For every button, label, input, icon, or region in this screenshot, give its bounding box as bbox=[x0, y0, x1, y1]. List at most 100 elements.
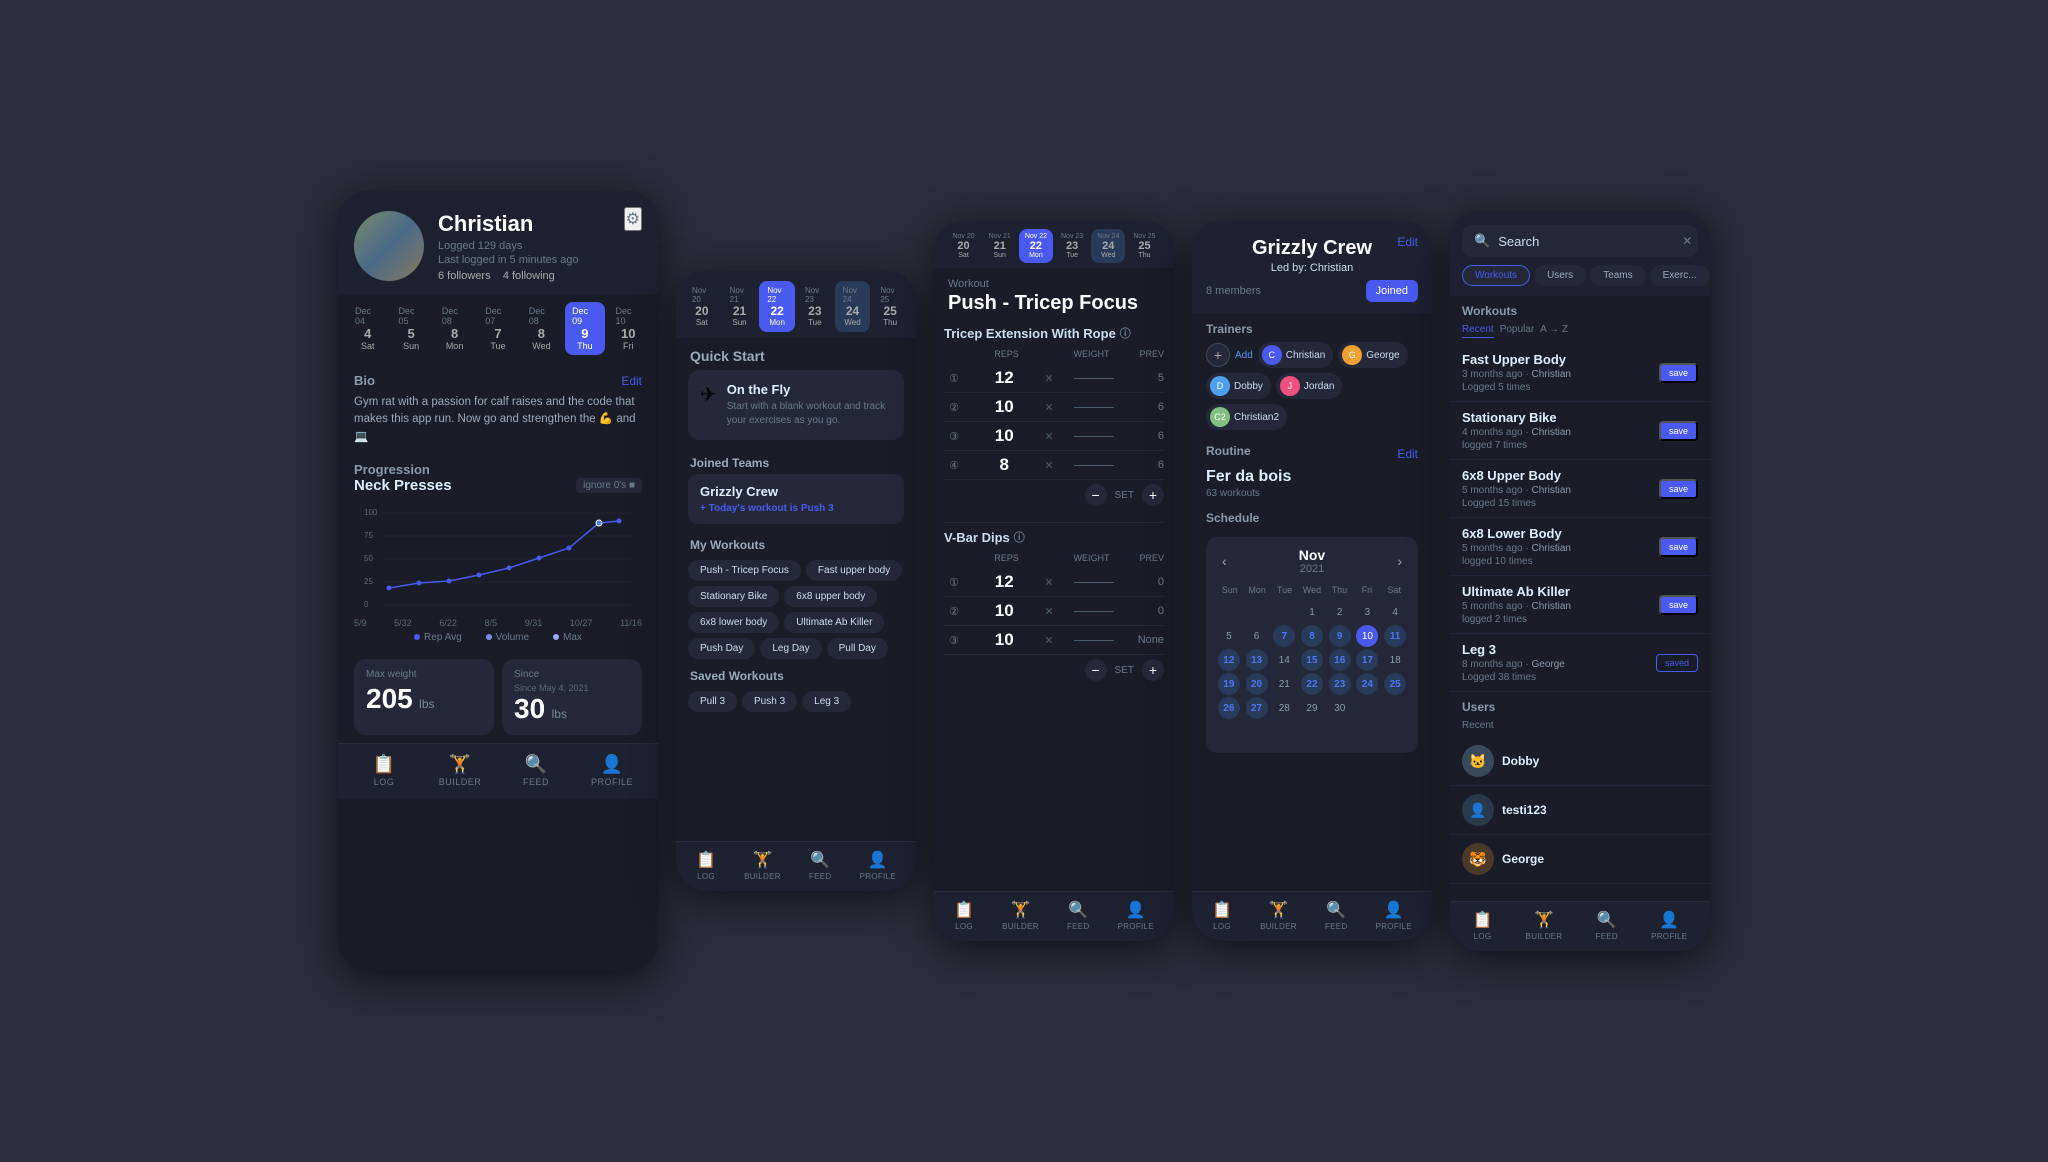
cal-next-button[interactable]: › bbox=[1391, 551, 1408, 571]
routine-edit-button[interactable]: Edit bbox=[1397, 447, 1418, 461]
info-icon-2[interactable]: ⓘ bbox=[1014, 529, 1025, 545]
nav-builder[interactable]: 🏋️ BUILDER bbox=[422, 754, 498, 787]
save-button-4[interactable]: save bbox=[1659, 537, 1698, 557]
save-button-5[interactable]: save bbox=[1659, 595, 1698, 615]
cal-date-cell[interactable]: 22 bbox=[1301, 673, 1323, 695]
remove-set-button[interactable]: − bbox=[1085, 484, 1107, 506]
cal-day[interactable]: Dec 055Sun bbox=[391, 302, 430, 355]
cal-date-cell[interactable]: 9 bbox=[1329, 625, 1351, 647]
cal-date-cell[interactable]: 2 bbox=[1329, 601, 1351, 623]
p3-nav-builder[interactable]: 🏋️ BUILDER bbox=[1002, 900, 1039, 931]
cal-date-cell[interactable]: 8 bbox=[1301, 625, 1323, 647]
filter-exercises[interactable]: Exerc... bbox=[1650, 265, 1710, 286]
p4-nav-log[interactable]: 📋 LOG bbox=[1212, 900, 1232, 931]
cal-day[interactable]: Nov 2121Sun bbox=[722, 281, 758, 332]
workout-chip[interactable]: 6x8 lower body bbox=[688, 612, 779, 633]
cal-day[interactable]: Nov 2424Wed bbox=[835, 281, 871, 332]
cal-day[interactable]: Nov 2323Tue bbox=[797, 281, 833, 332]
cal-date-cell[interactable]: 11 bbox=[1384, 625, 1406, 647]
cal-prev-button[interactable]: ‹ bbox=[1216, 551, 1233, 571]
p5-nav-builder[interactable]: 🏋️ BUILDER bbox=[1526, 910, 1563, 941]
cal-day[interactable]: Dec 088Mon bbox=[435, 302, 474, 355]
p5-nav-log[interactable]: 📋 LOG bbox=[1473, 910, 1493, 941]
team-card[interactable]: Grizzly Crew + Today's workout is Push 3 bbox=[688, 474, 904, 524]
cal-date-cell[interactable]: 20 bbox=[1246, 673, 1268, 695]
p2-nav-feed[interactable]: 🔍 FEED bbox=[809, 850, 832, 881]
bio-edit-button[interactable]: Edit bbox=[621, 374, 642, 388]
save-button-2[interactable]: save bbox=[1659, 421, 1698, 441]
cal-day[interactable]: Nov 2121Sun bbox=[983, 229, 1017, 263]
saved-chip[interactable]: Pull 3 bbox=[688, 691, 737, 712]
cal-day[interactable]: Nov 2323Tue bbox=[1055, 229, 1089, 263]
sort-popular[interactable]: Popular bbox=[1500, 324, 1534, 338]
sort-recent[interactable]: Recent bbox=[1462, 324, 1494, 338]
cal-date-cell[interactable]: 24 bbox=[1356, 673, 1378, 695]
filter-users[interactable]: Users bbox=[1534, 265, 1586, 286]
cal-date-cell[interactable]: 13 bbox=[1246, 649, 1268, 671]
search-input[interactable] bbox=[1498, 234, 1674, 249]
p3-nav-profile[interactable]: 👤 PROFILE bbox=[1118, 900, 1154, 931]
cal-day[interactable]: Dec 044Sat bbox=[348, 302, 387, 355]
nav-profile[interactable]: 👤 PROFILE bbox=[574, 754, 650, 787]
workout-chip[interactable]: Ultimate Ab Killer bbox=[784, 612, 884, 633]
cal-day[interactable]: Nov 2020Sat bbox=[684, 281, 720, 332]
cal-date-cell[interactable]: 27 bbox=[1246, 697, 1268, 719]
cal-date-cell[interactable]: 3 bbox=[1356, 601, 1378, 623]
p5-nav-feed[interactable]: 🔍 FEED bbox=[1595, 910, 1618, 941]
cal-date-cell[interactable]: 5 bbox=[1218, 625, 1240, 647]
add-label[interactable]: Add bbox=[1235, 350, 1253, 361]
saved-chip[interactable]: Leg 3 bbox=[802, 691, 851, 712]
cal-date-cell[interactable]: 18 bbox=[1384, 649, 1406, 671]
cal-date-cell[interactable]: 23 bbox=[1329, 673, 1351, 695]
cal-day[interactable]: Nov 2525Thu bbox=[1127, 229, 1161, 263]
p3-nav-log[interactable]: 📋 LOG bbox=[954, 900, 974, 931]
cal-date-cell[interactable]: 17 bbox=[1356, 649, 1378, 671]
ignore-button[interactable]: ignore 0's ■ bbox=[576, 478, 642, 493]
cal-date-cell[interactable]: 28 bbox=[1273, 697, 1295, 719]
workout-chip[interactable]: Leg Day bbox=[760, 638, 821, 659]
p2-nav-log[interactable]: 📋 LOG bbox=[696, 850, 716, 881]
cal-date-cell[interactable]: 14 bbox=[1273, 649, 1295, 671]
cal-date-cell[interactable]: 19 bbox=[1218, 673, 1240, 695]
cal-date-cell[interactable]: 15 bbox=[1301, 649, 1323, 671]
filter-teams[interactable]: Teams bbox=[1590, 265, 1645, 286]
avatar[interactable] bbox=[354, 211, 424, 281]
cal-day[interactable]: Dec 099Thu bbox=[565, 302, 604, 355]
settings-button[interactable]: ⚙ bbox=[624, 207, 642, 231]
workout-chip[interactable]: Stationary Bike bbox=[688, 586, 779, 607]
info-icon[interactable]: ⓘ bbox=[1120, 325, 1131, 341]
on-the-fly-card[interactable]: ✈ On the Fly Start with a blank workout … bbox=[688, 370, 904, 440]
remove-set-button-2[interactable]: − bbox=[1085, 659, 1107, 681]
cal-day[interactable]: Dec 077Tue bbox=[478, 302, 517, 355]
sort-az[interactable]: A → Z bbox=[1540, 324, 1568, 338]
p5-nav-profile[interactable]: 👤 PROFILE bbox=[1651, 910, 1687, 941]
cal-date-cell[interactable]: 25 bbox=[1384, 673, 1406, 695]
p2-nav-builder[interactable]: 🏋️ BUILDER bbox=[744, 850, 781, 881]
team-edit-button[interactable]: Edit bbox=[1397, 235, 1418, 249]
search-clear-icon[interactable]: ✕ bbox=[1682, 234, 1692, 248]
cal-day[interactable]: Dec 1010Fri bbox=[609, 302, 648, 355]
cal-date-cell[interactable]: 7 bbox=[1273, 625, 1295, 647]
workout-chip[interactable]: Push Day bbox=[688, 638, 755, 659]
workout-chip[interactable]: Fast upper body bbox=[806, 560, 902, 581]
nav-feed[interactable]: 🔍 FEED bbox=[498, 754, 574, 787]
cal-date-cell[interactable]: 26 bbox=[1218, 697, 1240, 719]
cal-date-cell[interactable]: 1 bbox=[1301, 601, 1323, 623]
cal-day[interactable]: Nov 2020Sat bbox=[946, 229, 980, 263]
add-set-button-2[interactable]: + bbox=[1142, 659, 1164, 681]
nav-log[interactable]: 📋 LOG bbox=[346, 754, 422, 787]
saved-button-6[interactable]: saved bbox=[1656, 654, 1698, 672]
filter-workouts[interactable]: Workouts bbox=[1462, 265, 1530, 286]
workout-chip[interactable]: 6x8 upper body bbox=[784, 586, 877, 607]
add-set-button[interactable]: + bbox=[1142, 484, 1164, 506]
save-button-3[interactable]: save bbox=[1659, 479, 1698, 499]
cal-date-cell[interactable]: 4 bbox=[1384, 601, 1406, 623]
p4-nav-builder[interactable]: 🏋️ BUILDER bbox=[1260, 900, 1297, 931]
cal-day[interactable]: Nov 2222Mon bbox=[1019, 229, 1053, 263]
p3-nav-feed[interactable]: 🔍 FEED bbox=[1067, 900, 1090, 931]
cal-date-cell[interactable]: 21 bbox=[1273, 673, 1295, 695]
cal-date-cell[interactable]: 6 bbox=[1246, 625, 1268, 647]
cal-day[interactable]: Nov 2424Wed bbox=[1091, 229, 1125, 263]
saved-chip[interactable]: Push 3 bbox=[742, 691, 797, 712]
cal-day[interactable]: Dec 088Wed bbox=[522, 302, 561, 355]
